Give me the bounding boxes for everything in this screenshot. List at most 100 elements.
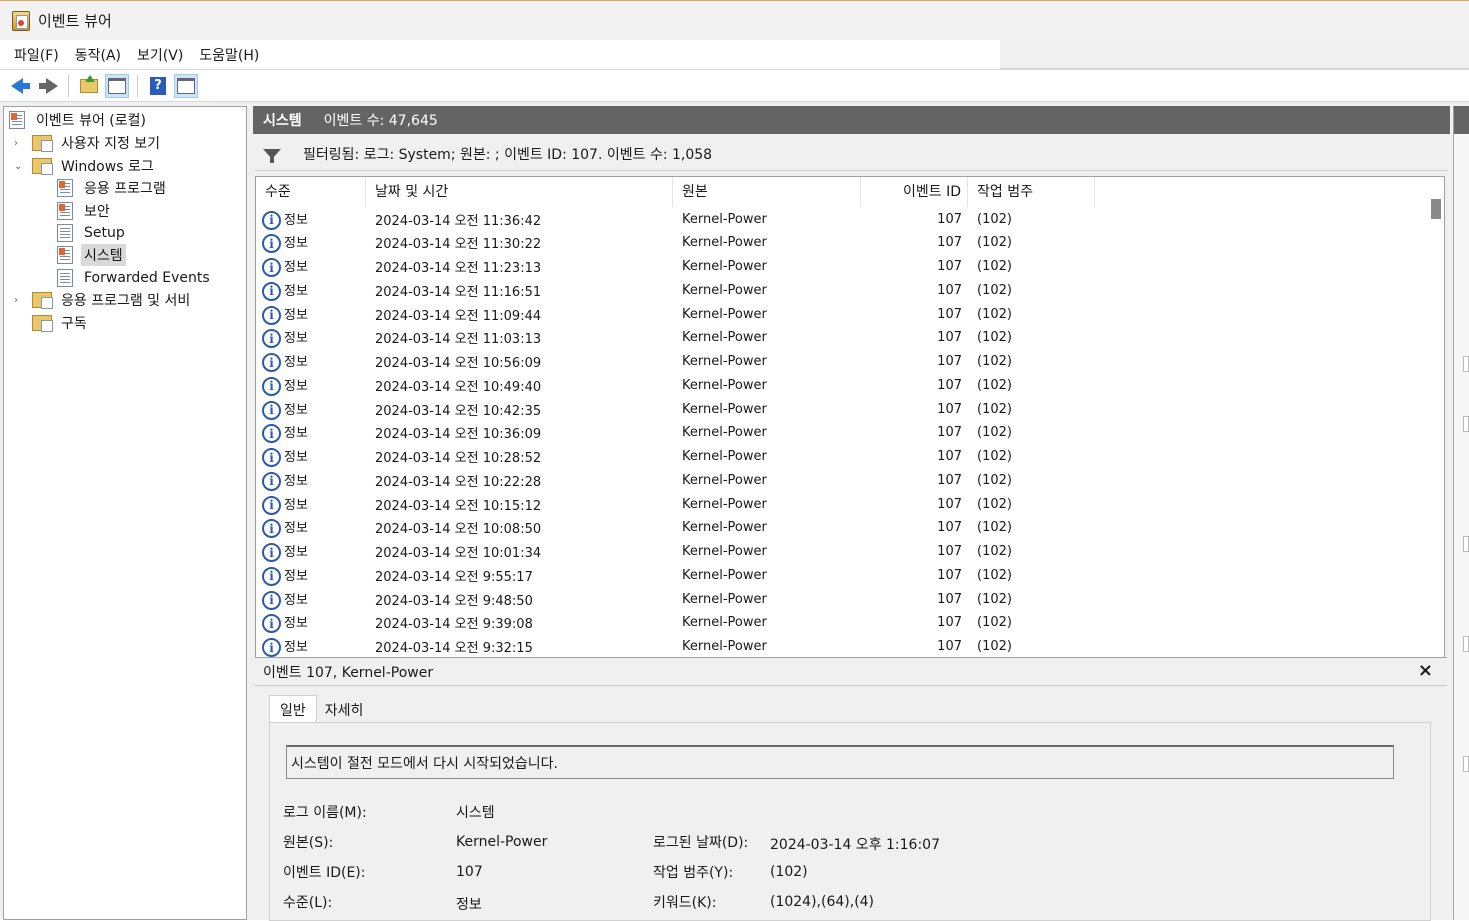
chevron-down-icon[interactable]: ⌄ (14, 161, 22, 172)
tab-details[interactable]: 자세히 (317, 695, 372, 723)
folder-icon (32, 292, 53, 309)
table-row[interactable]: i 정보 2024-03-14 오전 10:42:35 Kernel-Power 107… (256, 397, 1428, 421)
level-text: 정보 (284, 236, 308, 252)
cell-level: i 정보 (256, 351, 366, 372)
menu-help[interactable]: 도움말(H) (191, 45, 267, 65)
cell-event-id: 107 (937, 591, 962, 607)
cell-event-id: 107 (937, 615, 962, 631)
cell-level: i 정보 (256, 256, 366, 277)
level-text: 정보 (284, 545, 308, 560)
tree-item-setup[interactable]: Setup (57, 222, 128, 244)
forward-button[interactable] (36, 74, 60, 98)
column-header-event-id[interactable]: 이벤트 ID (861, 177, 968, 207)
action-icon[interactable] (1463, 536, 1469, 552)
toolbar-separator (68, 74, 69, 97)
menu-action[interactable]: 동작(A) (67, 45, 129, 65)
tree-item-forwarded-events[interactable]: Forwarded Events (57, 267, 213, 289)
show-hide-tree-button[interactable] (105, 73, 129, 98)
info-icon: i (262, 305, 281, 325)
tree-item-system[interactable]: 시스템 (57, 244, 126, 266)
back-button[interactable] (8, 74, 32, 98)
table-row[interactable]: i 정보 2024-03-14 오전 10:56:09 Kernel-Power 107… (256, 350, 1428, 374)
table-row[interactable]: i 정보 2024-03-14 오전 9:32:15 Kernel-Power 107 (… (256, 635, 1428, 659)
up-folder-button[interactable] (77, 74, 101, 98)
table-row[interactable]: i 정보 2024-03-14 오전 11:03:13 Kernel-Power 107… (256, 326, 1428, 350)
action-icon[interactable] (1463, 756, 1469, 772)
table-row[interactable]: i 정보 2024-03-14 오전 11:16:51 Kernel-Power 107… (256, 278, 1428, 302)
table-row[interactable]: i 정보 2024-03-14 오전 10:08:50 Kernel-Power 107… (256, 516, 1428, 540)
title-bar: 이벤트 뷰어 (0, 1, 1469, 40)
column-header-row: 수준 날짜 및 시간 원본 이벤트 ID 작업 범주 (256, 177, 1428, 207)
column-header-source[interactable]: 원본 (673, 177, 861, 207)
action-icon[interactable] (1463, 416, 1469, 432)
table-row[interactable]: i 정보 2024-03-14 오전 10:49:40 Kernel-Power 107… (256, 373, 1428, 397)
cell-category: (102) (977, 377, 1012, 393)
event-message[interactable]: 시스템이 절전 모드에서 다시 시작되었습니다. (286, 745, 1394, 779)
column-header-category[interactable]: 작업 범주 (968, 177, 1095, 207)
cell-event-id: 107 (937, 567, 962, 583)
show-action-pane-button[interactable] (174, 73, 198, 98)
cell-source: Kernel-Power (682, 425, 767, 441)
column-header-datetime[interactable]: 날짜 및 시간 (366, 177, 673, 207)
cell-datetime: 2024-03-14 오전 10:22:28 (375, 474, 542, 490)
menu-file[interactable]: 파일(F) (6, 45, 67, 65)
table-row[interactable]: i 정보 2024-03-14 오전 11:36:42 Kernel-Power 107… (256, 207, 1428, 231)
info-icon: i (262, 448, 281, 467)
chevron-right-icon[interactable]: › (14, 138, 18, 149)
scrollbar-thumb[interactable] (1431, 199, 1441, 219)
log-icon (57, 246, 73, 264)
cell-event-id: 107 (937, 496, 962, 512)
main-pane: 시스템 이벤트 수: 47,645 필터링됨: 로그: System; 원본: … (253, 106, 1451, 921)
table-row[interactable]: i 정보 2024-03-14 오전 11:30:22 Kernel-Power 107… (256, 231, 1428, 255)
cell-category: (102) (977, 354, 1012, 369)
table-row[interactable]: i 정보 2024-03-14 오전 9:39:08 Kernel-Power 107 (… (256, 611, 1428, 635)
table-row[interactable]: i 정보 2024-03-14 오전 10:01:34 Kernel-Power 107… (256, 540, 1428, 564)
cell-datetime: 2024-03-14 오전 9:32:15 (375, 641, 533, 656)
info-icon: i (262, 543, 281, 562)
column-header-level[interactable]: 수준 (256, 177, 366, 207)
tree-item-custom-views[interactable]: › 사용자 지정 보기 (14, 132, 163, 154)
event-viewer-app-icon (12, 10, 30, 31)
cell-datetime: 2024-03-14 오전 11:23:13 (375, 261, 542, 276)
menu-view[interactable]: 보기(V) (129, 45, 191, 65)
level-text: 정보 (284, 497, 308, 513)
cell-level: i 정보 (256, 422, 366, 444)
toolbar: ? (0, 69, 1469, 102)
close-icon[interactable]: × (1418, 660, 1433, 681)
table-row[interactable]: i 정보 2024-03-14 오전 11:23:13 Kernel-Power 107… (256, 255, 1428, 279)
cell-datetime: 2024-03-14 오전 10:49:40 (375, 379, 542, 395)
table-row[interactable]: i 정보 2024-03-14 오전 10:28:52 Kernel-Power 107… (256, 445, 1428, 469)
event-id-value: 107 (456, 864, 483, 880)
tree-item-windows-logs[interactable]: ⌄ Windows 로그 (14, 155, 157, 177)
table-row[interactable]: i 정보 2024-03-14 오전 9:48:50 Kernel-Power 107 (… (256, 587, 1428, 611)
table-row[interactable]: i 정보 2024-03-14 오전 10:36:09 Kernel-Power 107… (256, 421, 1428, 445)
tree-item-root[interactable]: 이벤트 뷰어 (로컬) (9, 109, 149, 131)
table-row[interactable]: i 정보 2024-03-14 오전 11:09:44 Kernel-Power 107… (256, 302, 1428, 326)
tree-item-security[interactable]: 보안 (57, 200, 113, 222)
table-row[interactable]: i 정보 2024-03-14 오전 9:55:17 Kernel-Power 107 (… (256, 563, 1428, 587)
cell-level: i 정보 (256, 636, 366, 657)
table-row[interactable]: i 정보 2024-03-14 오전 10:15:12 Kernel-Power 107… (256, 492, 1428, 516)
logged-value: 2024-03-14 오후 1:16:07 (770, 837, 940, 853)
level-text: 정보 (284, 355, 308, 370)
cell-category: (102) (977, 472, 1012, 488)
level-text: 정보 (284, 378, 308, 394)
action-pane-icon (177, 77, 195, 94)
log-name-value: 시스템 (456, 805, 495, 821)
cell-datetime: 2024-03-14 오전 10:01:34 (375, 546, 542, 561)
help-button[interactable]: ? (146, 74, 170, 98)
action-icon[interactable] (1463, 356, 1469, 372)
cell-datetime: 2024-03-14 오전 10:56:09 (375, 356, 542, 371)
tree-item-subscriptions[interactable]: 구독 (32, 312, 90, 334)
action-icon[interactable] (1463, 636, 1469, 652)
tree-item-apps-services[interactable]: › 응용 프로그램 및 서비 (14, 289, 210, 311)
info-icon: i (262, 519, 281, 539)
table-row[interactable]: i 정보 2024-03-14 오전 10:22:28 Kernel-Power 107… (256, 468, 1428, 492)
info-icon: i (262, 376, 281, 396)
chevron-right-icon[interactable]: › (14, 295, 18, 306)
tab-general[interactable]: 일반 (269, 695, 317, 723)
tree-item-application[interactable]: 응용 프로그램 (57, 177, 169, 199)
keywords-label: 키워드(K): (653, 895, 717, 911)
filter-bar: 필터링됨: 로그: System; 원본: ; 이벤트 ID: 107. 이벤트… (255, 137, 1448, 171)
cell-datetime: 2024-03-14 오전 9:39:08 (375, 617, 533, 633)
